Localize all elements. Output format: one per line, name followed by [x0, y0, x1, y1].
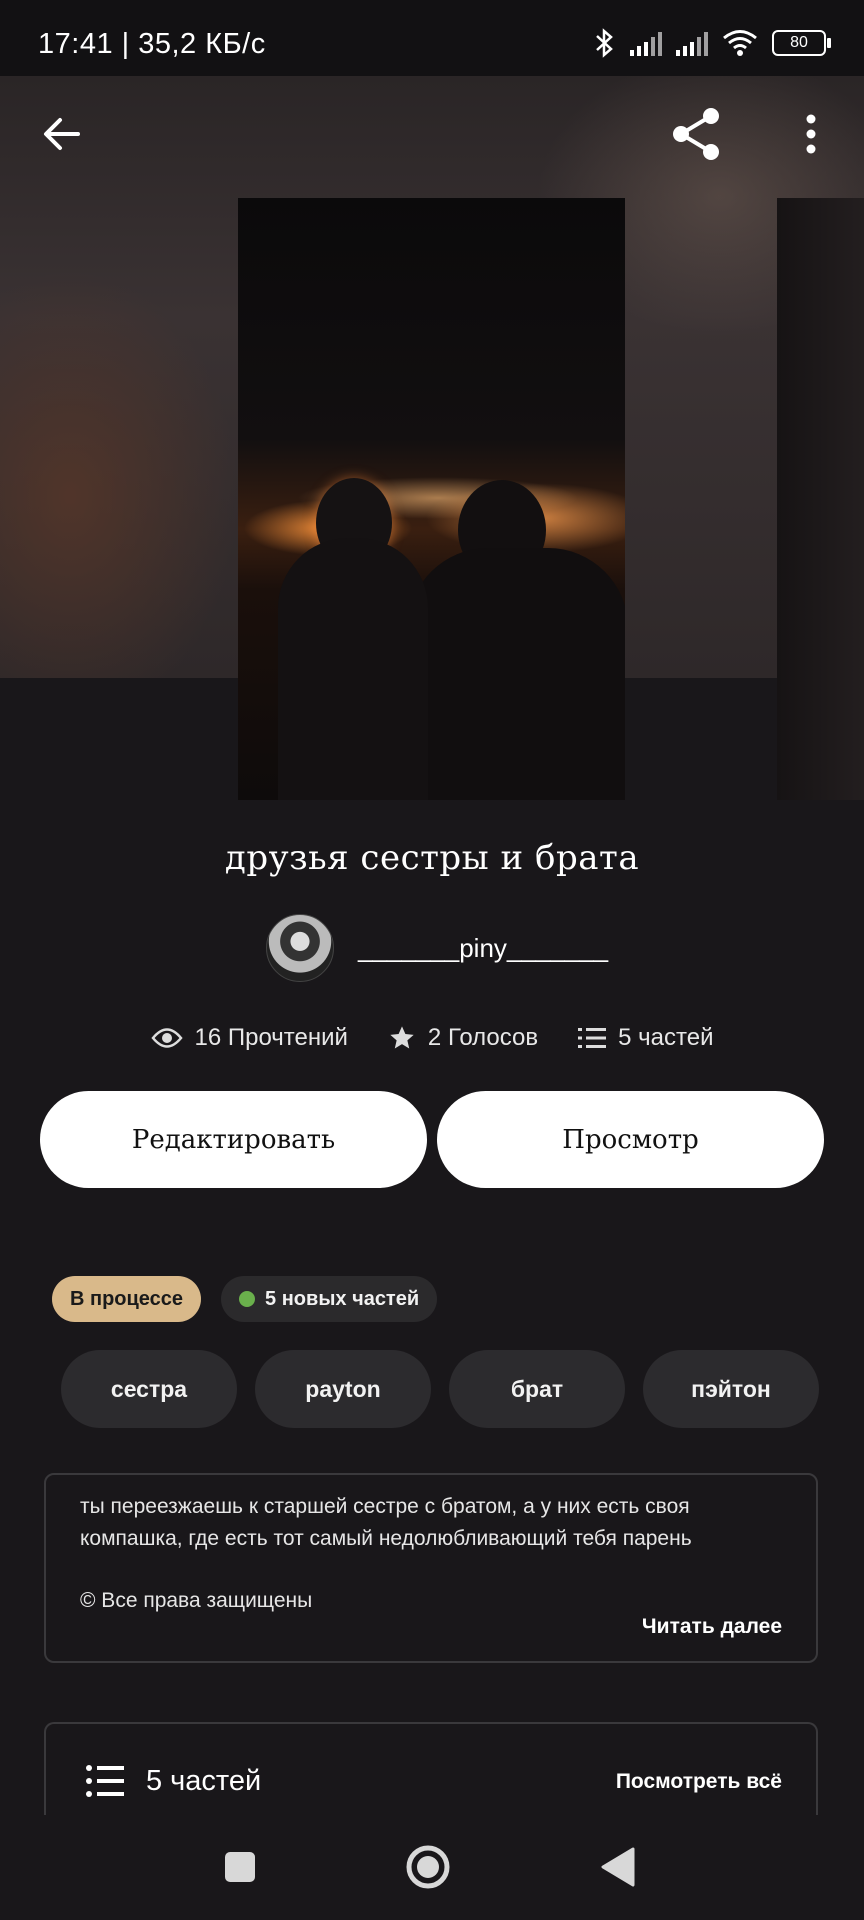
read-more-link[interactable]: Читать далее	[642, 1611, 782, 1643]
system-nav-bar	[0, 1815, 864, 1920]
tag-chip[interactable]: payton	[255, 1350, 431, 1428]
more-vert-icon	[806, 114, 816, 154]
status-bar: 17:41 | 35,2 КБ/с 80	[0, 0, 864, 76]
bluetooth-icon	[596, 28, 613, 58]
recents-button[interactable]	[210, 1837, 270, 1897]
back-triangle-icon	[601, 1847, 635, 1887]
author-name[interactable]: _______piny_______	[358, 933, 608, 964]
parts-header: 5 частей	[86, 1764, 261, 1798]
battery-icon: 80	[772, 30, 831, 56]
story-stats: 16 Прочтений 2 Голосов 5 частей	[0, 1024, 864, 1052]
story-cover[interactable]	[238, 198, 625, 800]
cover-figure	[408, 548, 625, 800]
reads-stat: 16 Прочтений	[150, 1024, 348, 1052]
new-dot-icon	[239, 1291, 256, 1307]
votes-stat: 2 Голосов	[388, 1024, 538, 1052]
square-icon	[225, 1852, 255, 1882]
wifi-icon	[723, 30, 757, 56]
new-parts-badge: 5 новых частей	[221, 1276, 438, 1322]
share-button[interactable]	[662, 99, 732, 169]
home-circle-icon	[406, 1845, 450, 1889]
signal-icon	[630, 30, 662, 56]
status-icons: 80	[594, 28, 831, 58]
star-icon	[390, 1026, 414, 1049]
description-text: ты переезжаешь к старшей сестре с братом…	[80, 1495, 692, 1550]
eye-icon	[150, 1028, 183, 1048]
action-buttons: Редактировать Просмотр	[40, 1091, 824, 1188]
cover-figure	[278, 538, 428, 800]
next-cover-preview[interactable]	[777, 198, 864, 800]
status-time: 17:41 | 35,2 КБ/с	[38, 28, 266, 60]
author-avatar[interactable]	[266, 914, 334, 982]
tag-chip[interactable]: брат	[449, 1350, 625, 1428]
more-options-button[interactable]	[776, 99, 846, 169]
description-card[interactable]: ты переезжаешь к старшей сестре с братом…	[44, 1473, 818, 1663]
tag-chip[interactable]: сестра	[61, 1350, 237, 1428]
new-parts-label: 5 новых частей	[265, 1287, 420, 1310]
list-icon	[86, 1765, 124, 1797]
status-badges: В процессе 5 новых частей	[52, 1276, 438, 1322]
edit-button[interactable]: Редактировать	[40, 1091, 427, 1188]
back-button[interactable]	[27, 99, 97, 169]
votes-count: 2 Голосов	[427, 1024, 539, 1051]
signal-icon	[676, 30, 708, 56]
tag-chip[interactable]: пэйтон	[643, 1350, 819, 1428]
back-nav-button[interactable]	[588, 1837, 648, 1897]
preview-button[interactable]: Просмотр	[437, 1091, 824, 1188]
parts-count: 5 частей	[618, 1024, 714, 1051]
share-icon	[673, 108, 719, 160]
see-all-link[interactable]: Посмотреть всё	[616, 1770, 782, 1794]
author-row[interactable]: _______piny_______	[266, 914, 608, 982]
status-badge: В процессе	[52, 1276, 202, 1322]
story-title: друзья сестры и брата	[224, 838, 640, 878]
back-arrow-icon	[44, 118, 80, 150]
reads-count: 16 Прочтений	[194, 1024, 348, 1051]
home-button[interactable]	[398, 1837, 458, 1897]
parts-title: 5 частей	[146, 1764, 262, 1797]
parts-stat: 5 частей	[578, 1024, 713, 1052]
tag-list: сестра payton брат пэйтон	[61, 1350, 819, 1428]
list-icon	[578, 1028, 607, 1048]
